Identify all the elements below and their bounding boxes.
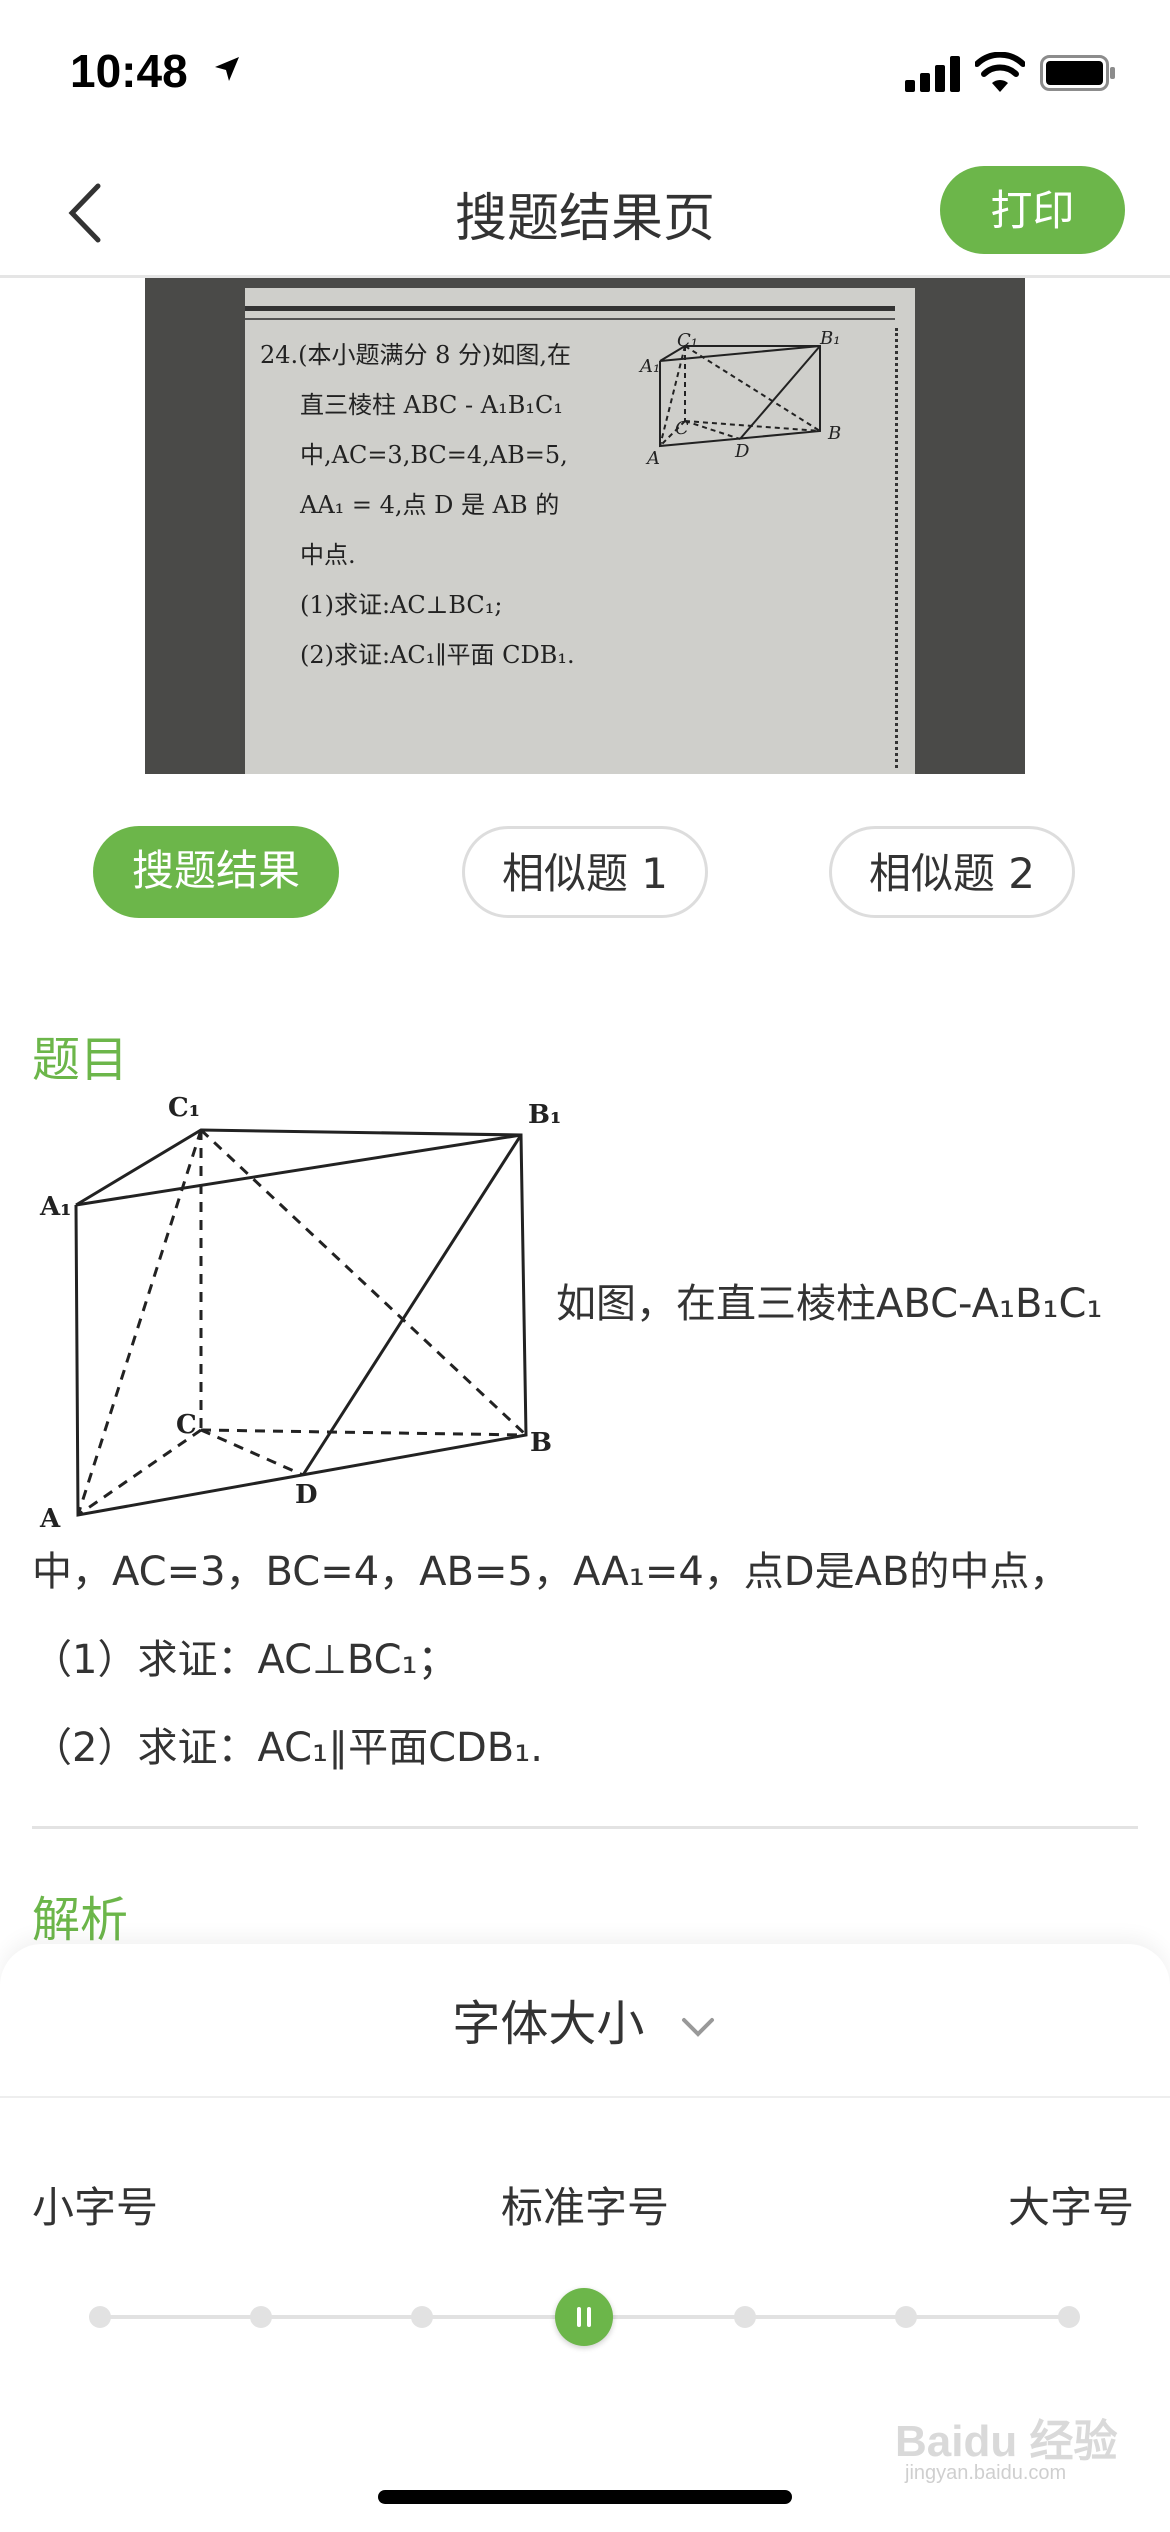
photo-label-b: B: [828, 423, 842, 444]
slider-step[interactable]: [895, 2306, 917, 2328]
photo-label-b1: B₁: [820, 328, 841, 349]
analysis-section-title: 解析: [32, 1892, 129, 1948]
photo-line: AA₁ = 4,点 D 是 AB 的: [300, 491, 560, 519]
figure-label-b1: B₁: [528, 1100, 562, 1130]
photo-line: 直三棱柱 ABC - A₁B₁C₁: [300, 391, 563, 419]
question-line-3: （2）求证：AC₁∥平面CDB₁.: [32, 1725, 543, 1771]
photo-label-a: A: [647, 448, 660, 469]
question-section-title: 题目: [32, 1032, 129, 1088]
sheet-separator: [0, 2096, 1170, 2098]
slider-step[interactable]: [89, 2306, 111, 2328]
question-line-2: （1）求证：AC⊥BC₁；: [32, 1637, 458, 1683]
photo-label-c: C: [675, 418, 689, 439]
home-indicator[interactable]: [378, 2490, 792, 2504]
figure-label-d: D: [295, 1480, 318, 1510]
nav-bar: 搜题结果页 打印: [0, 150, 1170, 278]
figure-label-a: A: [40, 1504, 61, 1534]
slider-step[interactable]: [411, 2306, 433, 2328]
status-time: 10:48: [70, 45, 188, 97]
question-photo[interactable]: 24.(本小题满分 8 分)如图,在 直三棱柱 ABC - A₁B₁C₁ 中,A…: [145, 278, 1025, 774]
font-size-slider-knob[interactable]: [555, 2288, 613, 2346]
print-button[interactable]: 打印: [940, 166, 1125, 254]
slider-step[interactable]: [250, 2306, 272, 2328]
figure-label-a1: A₁: [40, 1192, 72, 1222]
font-size-header[interactable]: 字体大小: [0, 1984, 1170, 2054]
photo-label-d: D: [735, 441, 750, 462]
status-bar: 10:48: [0, 0, 1170, 150]
figure-label-c1: C₁: [168, 1093, 201, 1123]
question-line-1: 中，AC=3，BC=4，AB=5，AA₁=4，点D是AB的中点，: [32, 1549, 1070, 1595]
photo-paper: 24.(本小题满分 8 分)如图,在 直三棱柱 ABC - A₁B₁C₁ 中,A…: [245, 288, 915, 774]
wifi-icon: [975, 52, 1025, 92]
figure-label-c: C: [176, 1410, 197, 1440]
battery-icon: [1040, 55, 1115, 91]
location-arrow-icon: [215, 57, 239, 81]
chevron-down-icon[interactable]: [678, 2012, 718, 2042]
baidu-watermark-url: jingyan.baidu.com: [905, 2462, 1067, 2484]
photo-label-c1: C₁: [677, 330, 698, 351]
photo-label-a1: A₁: [640, 356, 661, 377]
tab-similar-2[interactable]: 相似题 2: [829, 826, 1075, 918]
photo-line: 中,AC=3,BC=4,AB=5,: [300, 441, 568, 469]
font-large-label[interactable]: 大字号: [1008, 2174, 1134, 2235]
photo-line: (1)求证:AC⊥BC₁;: [300, 591, 503, 619]
section-divider: [32, 1826, 1138, 1829]
font-size-title: 字体大小: [452, 1996, 645, 2052]
photo-line: (2)求证:AC₁∥平面 CDB₁.: [300, 641, 575, 669]
slider-step[interactable]: [1058, 2306, 1080, 2328]
photo-prism-figure: [659, 345, 821, 448]
cellular-signal-icon: [905, 56, 960, 92]
photo-line: 24.(本小题满分 8 分)如图,在: [260, 341, 572, 369]
font-standard-label[interactable]: 标准字号: [0, 2174, 1170, 2235]
prism-figure: [74, 1128, 528, 1517]
slider-grip-icon: [577, 2307, 591, 2327]
baidu-watermark: Baidu 经验: [895, 2417, 1118, 2466]
tab-search-result[interactable]: 搜题结果: [93, 826, 339, 918]
slider-step[interactable]: [734, 2306, 756, 2328]
figure-label-b: B: [530, 1428, 552, 1458]
photo-line: 中点.: [300, 541, 356, 569]
tab-similar-1[interactable]: 相似题 1: [462, 826, 708, 918]
question-intro: 如图，在直三棱柱ABC-A₁B₁C₁: [556, 1281, 1103, 1327]
